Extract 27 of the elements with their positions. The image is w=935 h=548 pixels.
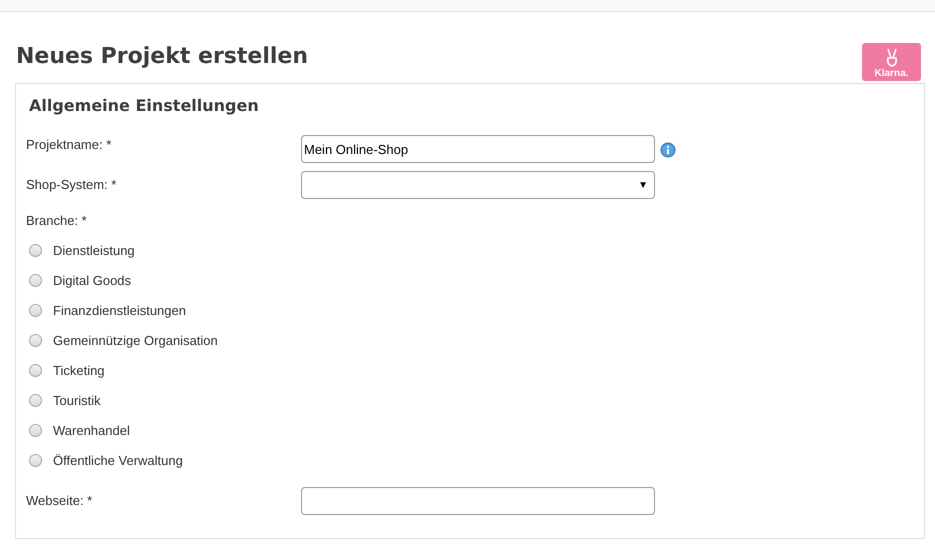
radio-button[interactable]	[29, 334, 42, 346]
radio-button[interactable]	[29, 394, 42, 406]
radio-button[interactable]	[29, 454, 42, 466]
radio-button[interactable]	[29, 304, 42, 316]
field-label: Projektname: *	[26, 137, 112, 152]
radio-label: Warenhandel	[53, 422, 130, 438]
project-name-input[interactable]: Mein Online-Shop	[301, 135, 655, 163]
info-icon[interactable]	[660, 142, 676, 158]
page-title: Neues Projekt erstellen	[16, 44, 308, 69]
radio-button[interactable]	[29, 274, 42, 286]
radio-label: Digital Goods	[53, 272, 132, 288]
radio-button[interactable]	[29, 424, 42, 436]
radio-label: Finanzdienstleistungen	[53, 302, 186, 318]
radio-label: Dienstleistung	[53, 242, 135, 258]
field-label: Webseite: *	[26, 493, 94, 508]
radio-button[interactable]	[29, 244, 42, 256]
radio-label: Öffentliche Verwaltung	[53, 452, 183, 468]
shop-system-select[interactable]: ▼	[301, 171, 655, 199]
radio-label: Ticketing	[53, 362, 105, 378]
radio-label: Touristik	[53, 392, 101, 408]
website-input[interactable]	[301, 487, 655, 515]
field-label: Shop-System: *	[26, 177, 118, 192]
radio-button[interactable]	[29, 364, 42, 376]
radio-label: Gemeinnützige Organisation	[53, 332, 218, 348]
panel-heading: Allgemeine Einstellungen	[29, 96, 260, 115]
field-label: Branche: *	[26, 213, 88, 228]
logo-text: Klarna.	[874, 68, 908, 79]
